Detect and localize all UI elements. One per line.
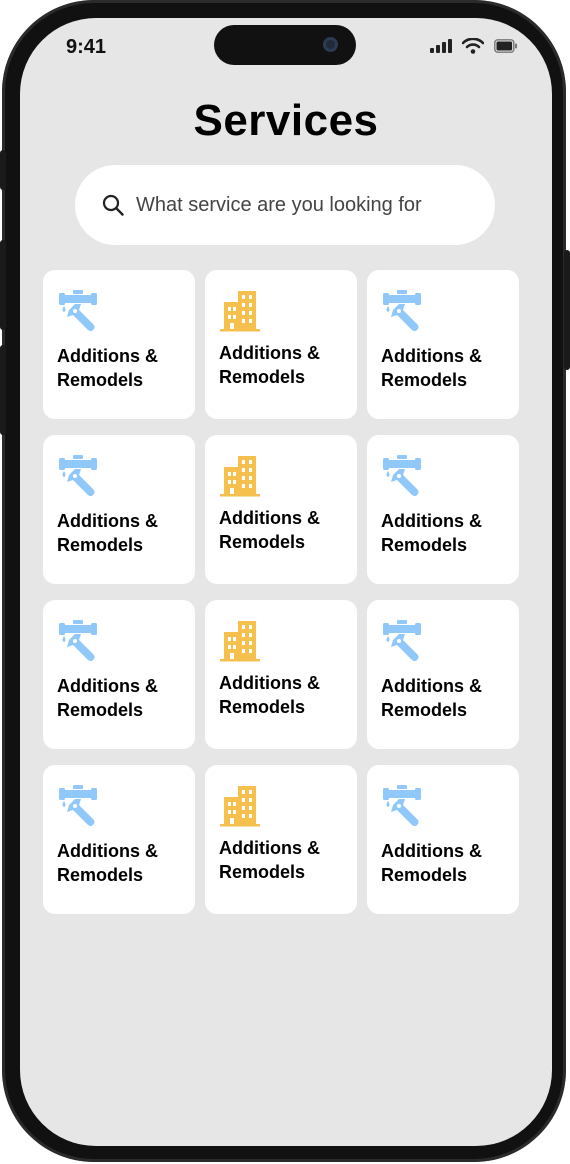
- service-card[interactable]: Additions & Remodels: [367, 765, 519, 914]
- service-label-line1: Additions &: [381, 511, 482, 531]
- page-title: Services: [193, 96, 379, 145]
- plumbing-icon: [58, 785, 100, 827]
- service-label: Additions & Remodels: [57, 674, 187, 722]
- plumbing-icon: [58, 620, 100, 662]
- service-label-line1: Additions &: [381, 841, 482, 861]
- service-label: Additions & Remodels: [219, 506, 349, 554]
- service-card[interactable]: Additions & Remodels: [367, 600, 519, 749]
- service-label: Additions & Remodels: [57, 839, 187, 887]
- service-label: Additions & Remodels: [381, 839, 511, 887]
- service-label-line2: Remodels: [57, 700, 144, 720]
- service-card[interactable]: Additions & Remodels: [367, 270, 519, 419]
- service-label-line1: Additions &: [219, 343, 320, 363]
- service-label-line1: Additions &: [57, 841, 158, 861]
- service-label-line2: Remodels: [381, 865, 468, 885]
- service-card[interactable]: Additions & Remodels: [43, 270, 195, 419]
- service-label-line2: Remodels: [57, 865, 144, 885]
- wifi-icon: [462, 38, 484, 54]
- status-time: 9:41: [66, 36, 107, 58]
- building-icon: [220, 290, 262, 332]
- service-label-line1: Additions &: [57, 346, 158, 366]
- plumbing-icon: [382, 290, 424, 332]
- service-label: Additions & Remodels: [57, 344, 187, 392]
- service-label-line2: Remodels: [219, 697, 306, 717]
- service-label-line1: Additions &: [219, 508, 320, 528]
- service-card[interactable]: Additions & Remodels: [43, 765, 195, 914]
- search-icon: [102, 194, 124, 216]
- power-button: [564, 250, 570, 370]
- service-label-line1: Additions &: [219, 673, 320, 693]
- service-label-line2: Remodels: [219, 862, 306, 882]
- service-label-line1: Additions &: [57, 511, 158, 531]
- volume-down-button: [0, 345, 6, 435]
- service-label: Additions & Remodels: [219, 341, 349, 389]
- service-label-line2: Remodels: [381, 370, 468, 390]
- service-label: Additions & Remodels: [219, 836, 349, 884]
- building-icon: [220, 785, 262, 827]
- service-card[interactable]: Additions & Remodels: [205, 600, 357, 749]
- service-label-line2: Remodels: [381, 700, 468, 720]
- side-button: [0, 150, 6, 190]
- service-card[interactable]: Additions & Remodels: [205, 765, 357, 914]
- plumbing-icon: [58, 455, 100, 497]
- search-input[interactable]: What service are you looking for: [75, 165, 495, 245]
- plumbing-icon: [58, 290, 100, 332]
- service-card[interactable]: Additions & Remodels: [367, 435, 519, 584]
- camera-icon: [323, 37, 338, 52]
- service-label: Additions & Remodels: [219, 671, 349, 719]
- service-label-line2: Remodels: [381, 535, 468, 555]
- plumbing-icon: [382, 620, 424, 662]
- volume-up-button: [0, 240, 6, 330]
- service-label-line2: Remodels: [57, 370, 144, 390]
- service-label-line1: Additions &: [57, 676, 158, 696]
- plumbing-icon: [382, 455, 424, 497]
- service-label: Additions & Remodels: [381, 344, 511, 392]
- service-label-line2: Remodels: [219, 367, 306, 387]
- service-label: Additions & Remodels: [381, 674, 511, 722]
- service-label: Additions & Remodels: [381, 509, 511, 557]
- cellular-signal-icon: [430, 39, 452, 53]
- service-card[interactable]: Additions & Remodels: [43, 435, 195, 584]
- service-label-line2: Remodels: [219, 532, 306, 552]
- service-label-line1: Additions &: [381, 346, 482, 366]
- service-label-line1: Additions &: [381, 676, 482, 696]
- battery-icon: [494, 39, 517, 53]
- service-card[interactable]: Additions & Remodels: [205, 435, 357, 584]
- building-icon: [220, 455, 262, 497]
- service-label-line1: Additions &: [219, 838, 320, 858]
- plumbing-icon: [382, 785, 424, 827]
- service-label: Additions & Remodels: [57, 509, 187, 557]
- service-label-line2: Remodels: [57, 535, 144, 555]
- service-card[interactable]: Additions & Remodels: [205, 270, 357, 419]
- service-card[interactable]: Additions & Remodels: [43, 600, 195, 749]
- building-icon: [220, 620, 262, 662]
- dynamic-island: [214, 25, 356, 65]
- app-screen: 9:41 Services What service are you looki…: [20, 18, 552, 1146]
- status-icons: [430, 38, 518, 54]
- search-placeholder: What service are you looking for: [136, 193, 422, 216]
